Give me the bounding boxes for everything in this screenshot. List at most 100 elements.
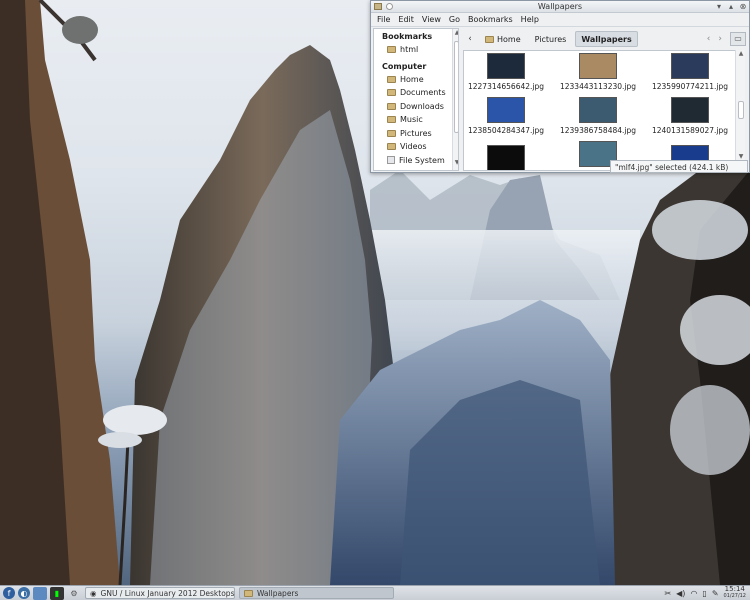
browser-icon[interactable]: ◐ [18, 587, 30, 599]
menu-help[interactable]: Help [517, 13, 543, 26]
task-desktop-article[interactable]: ◉ GNU / Linux January 2012 Desktops [85, 587, 235, 599]
folder-icon [387, 75, 396, 83]
menu-bookmarks[interactable]: Bookmarks [464, 13, 517, 26]
file-item[interactable]: 1227314656642.jpg [464, 53, 548, 91]
sidebar-item-pictures[interactable]: Pictures [374, 127, 458, 141]
sidebar-item-videos[interactable]: Videos [374, 140, 458, 154]
path-crumb-label: Pictures [534, 34, 567, 44]
folder-icon [387, 143, 396, 151]
file-item[interactable]: 1240131589027.jpg [648, 97, 732, 135]
path-crumb-label: Home [497, 34, 521, 44]
close-icon[interactable]: ⊗ [738, 2, 748, 12]
folder-icon [387, 116, 396, 124]
back-arrow-icon[interactable]: ‹ [707, 34, 711, 44]
file-thumbnail [579, 97, 617, 123]
file-item[interactable]: 1238504284347.jpg [464, 97, 548, 135]
terminal-icon[interactable]: ▮ [50, 586, 64, 600]
path-crumb-label: Wallpapers [581, 34, 632, 44]
sidebar-item-music[interactable]: Music [374, 113, 458, 127]
menu-file[interactable]: File [373, 13, 394, 26]
file-thumbnail [487, 53, 525, 79]
sidebar-item-file-system[interactable]: File System [374, 154, 458, 168]
tools-icon[interactable]: ✂ [664, 589, 671, 598]
file-thumbnail [579, 53, 617, 79]
file-name: 1239386758484.jpg [559, 126, 637, 135]
places-sidebar: Bookmarks html Computer Home Documents D… [373, 28, 459, 171]
sidebar-item-documents[interactable]: Documents [374, 86, 458, 100]
file-item[interactable]: 1239386758484.jpg [556, 97, 640, 135]
menu-go[interactable]: Go [445, 13, 464, 26]
sidebar-item-label: File System [399, 155, 445, 165]
folder-icon [244, 589, 253, 597]
network-icon[interactable]: ◠ [690, 589, 697, 598]
task-label: GNU / Linux January 2012 Desktops [100, 588, 235, 598]
sidebar-item-label: Home [400, 74, 424, 84]
system-tray: ✂ ◀) ◠ ▯ ✎ 15:14 01/27/12 [664, 586, 750, 600]
files-scrollbar[interactable]: ▲ ▼ [735, 50, 745, 163]
sidebar-item-label: Downloads [400, 101, 444, 111]
scroll-up-icon[interactable]: ▲ [453, 29, 458, 39]
clock[interactable]: 15:14 01/27/12 [724, 586, 746, 600]
sidebar-header-bookmarks: Bookmarks [382, 32, 433, 41]
scroll-down-icon[interactable]: ▼ [736, 153, 746, 160]
path-crumb-wallpapers[interactable]: Wallpapers [575, 31, 638, 47]
folder-icon [485, 35, 494, 43]
sidebar-item-html[interactable]: html [374, 43, 458, 57]
file-grid: 1227314656642.jpg 1233443113230.jpg 1235… [463, 50, 739, 171]
sidebar-item-home[interactable]: Home [374, 73, 458, 87]
scroll-up-icon[interactable]: ▲ [736, 50, 746, 57]
file-name: 1235990774211.jpg [651, 82, 729, 91]
fedora-menu-icon[interactable]: f [3, 587, 15, 599]
minimize-icon[interactable]: ▾ [714, 2, 724, 12]
window-title: Wallpapers [537, 2, 583, 11]
sidebar-item-downloads[interactable]: Downloads [374, 100, 458, 114]
file-item[interactable]: 1235990774211.jpg [648, 53, 732, 91]
task-icon: ◉ [90, 588, 97, 598]
file-item[interactable]: 1233443113230.jpg [556, 53, 640, 91]
file-thumbnail [671, 53, 709, 79]
sidebar-item-label: Documents [400, 88, 446, 98]
volume-icon[interactable]: ◀) [676, 589, 685, 598]
drive-icon [387, 156, 395, 165]
path-crumb-home[interactable]: Home [480, 31, 526, 47]
view-toggle-button[interactable]: ▭ [730, 32, 746, 46]
file-name: 1240131589027.jpg [651, 126, 729, 135]
file-thumbnail [671, 97, 709, 123]
clock-time: 15:14 [724, 585, 745, 593]
file-thumbnail [487, 97, 525, 123]
folder-icon [387, 46, 396, 54]
folder-icon [387, 129, 396, 137]
sidebar-item-label: Music [400, 115, 423, 125]
file-item[interactable] [464, 145, 548, 170]
folder-icon [387, 89, 396, 97]
sidebar-item-label: Pictures [400, 128, 432, 138]
menu-bar: File Edit View Go Bookmarks Help [371, 13, 749, 27]
forward-arrow-icon[interactable]: › [718, 34, 722, 44]
file-name: 1238504284347.jpg [467, 126, 545, 135]
battery-icon[interactable]: ▯ [702, 589, 706, 598]
scrollbar-thumb[interactable] [738, 101, 744, 119]
clock-date: 01/27/12 [723, 593, 746, 599]
scrollbar-thumb[interactable] [454, 41, 458, 133]
settings-gear-icon[interactable]: ⚙ [67, 587, 81, 600]
file-manager-window[interactable]: Wallpapers ▾ ▴ ⊗ File Edit View Go Bookm… [370, 0, 750, 173]
updates-icon[interactable]: ✎ [712, 589, 719, 598]
folder-icon [387, 102, 396, 110]
maximize-icon[interactable]: ▴ [726, 2, 736, 12]
file-thumbnail [487, 145, 525, 170]
taskbar: f ◐ ▮ ⚙ ◉ GNU / Linux January 2012 Deskt… [0, 585, 750, 600]
sidebar-header-computer: Computer [382, 61, 427, 71]
scroll-down-icon[interactable]: ▼ [453, 159, 458, 169]
sidebar-item-label: html [400, 45, 419, 55]
task-wallpapers[interactable]: Wallpapers [239, 587, 394, 599]
path-crumb-pictures[interactable]: Pictures [530, 31, 572, 47]
menu-edit[interactable]: Edit [394, 13, 418, 26]
file-name: 1227314656642.jpg [467, 82, 545, 91]
file-manager-icon[interactable] [33, 586, 47, 600]
menu-view[interactable]: View [418, 13, 445, 26]
window-titlebar[interactable]: Wallpapers ▾ ▴ ⊗ [371, 1, 749, 13]
path-left-arrow-icon[interactable]: ‹ [464, 34, 476, 44]
file-name: 1233443113230.jpg [559, 82, 637, 91]
path-bar: ‹ Home Pictures Wallpapers ‹ › ▭ [464, 30, 746, 48]
sidebar-scrollbar[interactable]: ▲ ▼ [452, 29, 458, 170]
